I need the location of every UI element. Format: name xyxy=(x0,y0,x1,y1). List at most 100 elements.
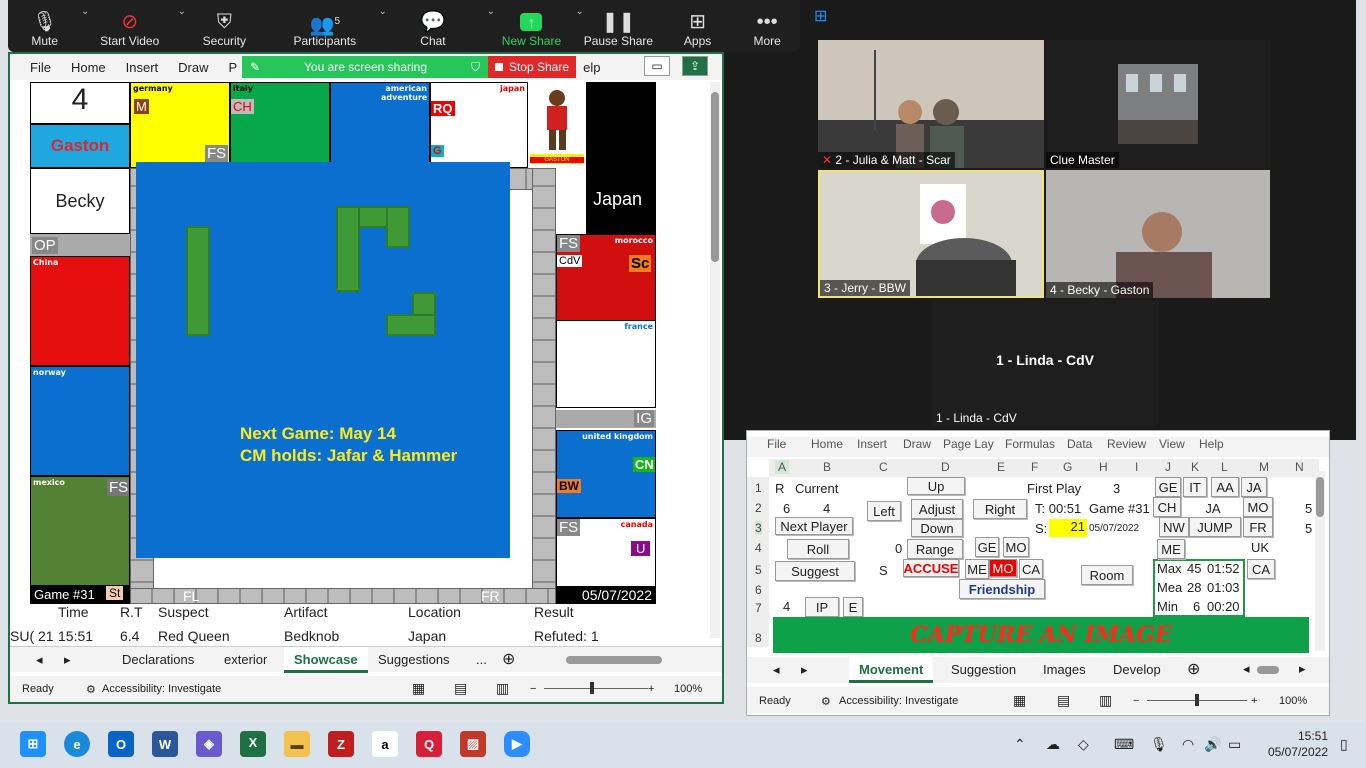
ge-button[interactable]: GE xyxy=(975,537,999,557)
zoom-in-icon[interactable]: + xyxy=(648,683,654,695)
word-icon[interactable]: W xyxy=(152,731,178,757)
video-tile-julia-matt[interactable]: ✕ 2 - Julia & Matt - Scar xyxy=(818,40,1044,168)
room-mexico[interactable]: mexico FS xyxy=(30,476,130,586)
chat-button[interactable]: 💬 Chat ⌄ xyxy=(379,0,495,52)
cloud-off-icon[interactable]: ☁ xyxy=(1046,736,1060,753)
zoom-slider-thumb[interactable] xyxy=(590,682,594,694)
grid-view-icon[interactable]: ⊞ xyxy=(814,6,827,26)
normal-view-icon[interactable]: ▦ xyxy=(1013,692,1026,709)
tab-suggestion[interactable]: Suggestion xyxy=(951,662,1016,677)
page-layout-icon[interactable]: ▤ xyxy=(454,680,467,697)
friendship-button[interactable]: Friendship xyxy=(959,579,1045,599)
vertical-scrollbar[interactable] xyxy=(1315,471,1325,651)
tab-prev-icon[interactable]: ◂ xyxy=(36,652,43,668)
new-share-button[interactable]: ↑ New Share ⌄ xyxy=(487,0,584,52)
apps-button[interactable]: ⊞ Apps xyxy=(661,0,734,52)
it-country-button[interactable]: IT xyxy=(1183,477,1207,497)
right-button[interactable]: Right xyxy=(973,499,1027,519)
start-video-button[interactable]: ⊘ Start Video ⌄ xyxy=(81,0,186,52)
security-button[interactable]: ⛨ Security xyxy=(178,0,271,52)
tab-suggestions[interactable]: Suggestions xyxy=(378,652,450,667)
ch-country-button[interactable]: CH xyxy=(1153,497,1181,517)
ge-country-button[interactable]: GE xyxy=(1155,477,1181,497)
add-sheet-icon[interactable]: ⊕ xyxy=(502,649,515,669)
scroll-left-icon[interactable]: ◂ xyxy=(1243,661,1250,677)
room-norway[interactable]: norway xyxy=(30,366,130,476)
zoom-in-icon[interactable]: + xyxy=(1251,695,1257,707)
fr-country-button[interactable]: FR xyxy=(1243,517,1273,537)
tab-showcase[interactable]: Showcase xyxy=(284,647,368,673)
vertical-scrollbar[interactable] xyxy=(710,82,720,638)
video-tile-linda[interactable]: 1 - Linda - CdV 1 - Linda - CdV xyxy=(932,300,1158,426)
horizontal-scroll-thumb[interactable] xyxy=(1257,666,1279,674)
tab-exterior[interactable]: exterior xyxy=(224,652,267,667)
tab-next-icon[interactable]: ▸ xyxy=(64,652,71,668)
range-button[interactable]: Range xyxy=(907,539,963,559)
tab-prev-icon[interactable]: ◂ xyxy=(773,662,780,678)
chart-app-icon[interactable]: ▨ xyxy=(460,731,486,757)
share-button[interactable]: ⇪ xyxy=(682,56,708,76)
next-player-button[interactable]: Next Player xyxy=(775,517,853,535)
comments-button[interactable]: ▭ xyxy=(644,56,670,76)
scroll-thumb[interactable] xyxy=(1316,477,1324,517)
filezilla-icon[interactable]: Z xyxy=(328,731,354,757)
menu-file[interactable]: File xyxy=(30,60,51,75)
menu-home[interactable]: Home xyxy=(71,60,106,75)
adjust-button[interactable]: Adjust xyxy=(911,499,963,519)
nw-country-button[interactable]: NW xyxy=(1159,517,1189,537)
notification-icon[interactable]: ▯ xyxy=(1340,736,1348,753)
aa-country-button[interactable]: AA xyxy=(1211,477,1239,497)
scroll-right-icon[interactable]: ▸ xyxy=(1299,661,1306,677)
tab-next-icon[interactable]: ▸ xyxy=(801,662,808,678)
tab-declarations[interactable]: Declarations xyxy=(122,652,194,667)
roll-button[interactable]: Roll xyxy=(787,539,849,559)
start-icon[interactable]: ⊞ xyxy=(20,731,46,757)
menu-insert[interactable]: Insert xyxy=(126,60,159,75)
excel-icon[interactable]: X xyxy=(240,731,266,757)
app-icon[interactable]: ◈ xyxy=(196,731,222,757)
accessibility-status[interactable]: Accessibility: Investigate xyxy=(839,695,958,707)
mo-active-button[interactable]: MO xyxy=(989,559,1017,577)
menu-page[interactable]: P xyxy=(229,60,238,75)
horizontal-scroll-thumb[interactable] xyxy=(566,656,662,664)
room-china[interactable]: China xyxy=(30,256,130,366)
room-france[interactable]: france xyxy=(556,320,656,408)
room-button[interactable]: Room xyxy=(1081,565,1133,585)
video-tile-clue-master[interactable]: Clue Master xyxy=(1046,40,1270,168)
ca-button[interactable]: CA xyxy=(1019,559,1043,579)
video-tile-becky[interactable]: 4 - Becky - Gaston xyxy=(1046,170,1270,298)
keyboard-icon[interactable]: ⌨ xyxy=(1114,736,1134,753)
accessibility-status[interactable]: Accessibility: Investigate xyxy=(102,683,221,695)
mute-button[interactable]: 🎙 Mute ⌄ xyxy=(8,0,89,52)
zoom-slider[interactable] xyxy=(544,688,648,689)
scroll-thumb[interactable] xyxy=(711,92,719,262)
zoom-out-icon[interactable]: − xyxy=(530,683,536,695)
tab-images[interactable]: Images xyxy=(1043,662,1086,677)
wifi-icon[interactable]: ◠ xyxy=(1182,736,1194,753)
mo-country-button[interactable]: MO xyxy=(1243,497,1273,517)
participants-button[interactable]: 👥5 Participants ⌄ xyxy=(271,0,386,52)
q-app-icon[interactable]: Q xyxy=(416,731,442,757)
chevron-up-icon[interactable]: ⌃ xyxy=(1014,736,1026,753)
page-layout-icon[interactable]: ▤ xyxy=(1057,692,1070,709)
room-japan[interactable]: japan RQ G xyxy=(430,82,528,168)
volume-icon[interactable]: 🔊 xyxy=(1204,736,1221,753)
me-country-button[interactable]: ME xyxy=(1157,539,1185,559)
e-button[interactable]: E xyxy=(843,597,863,617)
suggest-button[interactable]: Suggest xyxy=(775,561,855,581)
capture-image-button[interactable]: CAPTURE AN IMAGE xyxy=(773,617,1309,653)
file-explorer-icon[interactable]: ▬ xyxy=(284,731,310,757)
stop-share-button[interactable]: Stop Share xyxy=(488,56,576,78)
tab-more[interactable]: ... xyxy=(476,652,487,667)
page-break-icon[interactable]: ▥ xyxy=(496,680,509,697)
zoom-app-icon[interactable]: ▶ xyxy=(504,731,530,757)
menu-help[interactable]: elp xyxy=(583,60,600,75)
accuse-button[interactable]: ACCUSE xyxy=(903,559,959,577)
zoom-out-icon[interactable]: − xyxy=(1133,695,1139,707)
room-united-kingdom[interactable]: united kingdom CN BW xyxy=(556,430,656,518)
amazon-icon[interactable]: a xyxy=(372,731,398,757)
room-italy[interactable]: italy CH xyxy=(230,82,330,168)
microphone-icon[interactable]: 🎙 xyxy=(1150,736,1168,753)
room-germany[interactable]: germany M FS xyxy=(130,82,230,168)
edge-icon[interactable]: e xyxy=(64,731,90,757)
